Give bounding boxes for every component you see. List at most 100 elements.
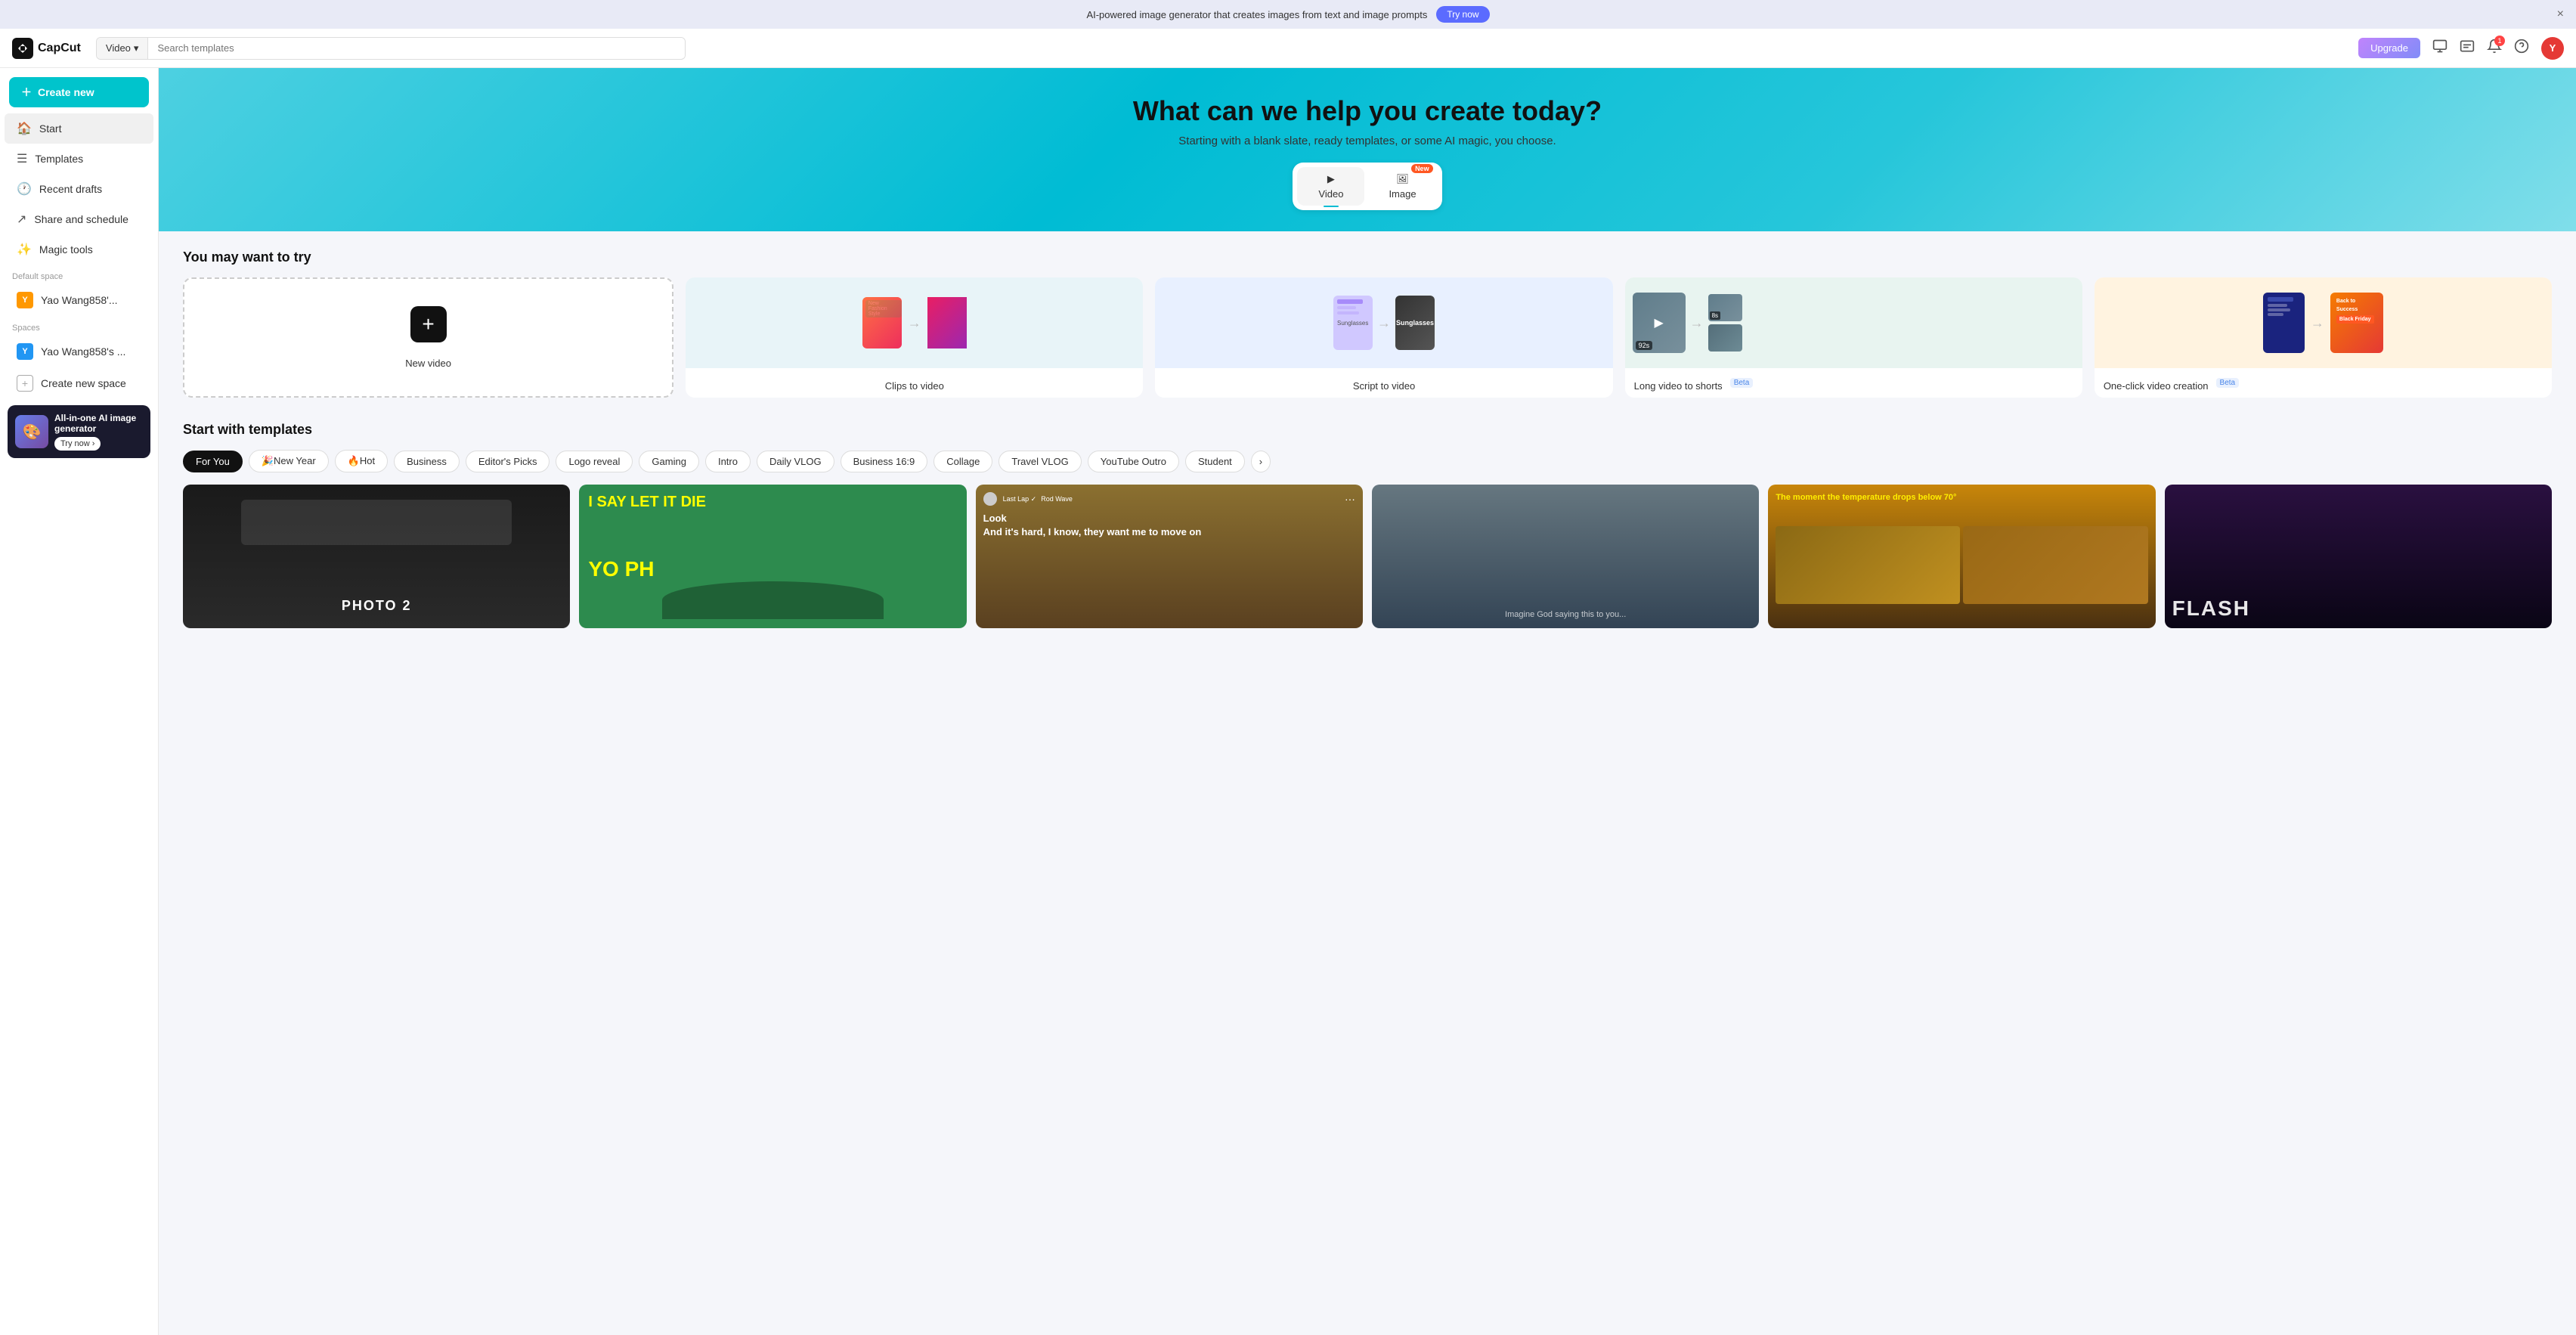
try-card-script[interactable]: Sunglasses → Sunglasses Script to video (1155, 277, 1612, 398)
sidebar-default-space-name: Yao Wang858'... (41, 294, 118, 306)
tag-gaming[interactable]: Gaming (639, 451, 699, 472)
sidebar-space-item[interactable]: Y Yao Wang858's ... (5, 336, 153, 367)
sidebar-item-share-label: Share and schedule (34, 213, 128, 225)
tag-student[interactable]: Student (1185, 451, 1245, 472)
video-tab-icon: ▶ (1327, 173, 1335, 185)
content-area: You may want to try + New video New Fash… (159, 231, 2576, 646)
template-card-4[interactable]: Imagine God saying this to you... (1372, 485, 1759, 628)
hero-banner: What can we help you create today? Start… (159, 68, 2576, 231)
try-card-new-video[interactable]: + New video (183, 277, 673, 398)
sidebar-item-start[interactable]: 🏠 Start (5, 113, 153, 144)
hero-title: What can we help you create today? (189, 95, 2546, 127)
header-actions: Upgrade 1 Y (2358, 37, 2564, 60)
default-space-label: Default space (0, 265, 158, 284)
template-grid: PHOTO 2 I SAY LET IT DIE YO PH (183, 485, 2552, 628)
space-icon-blue: Y (17, 343, 33, 360)
spaces-label: Spaces (0, 316, 158, 336)
template-thumb-2-subtext: YO PH (588, 557, 957, 581)
create-new-button[interactable]: ＋ Create new (9, 77, 149, 107)
tag-collage[interactable]: Collage (933, 451, 992, 472)
tag-travel-vlog[interactable]: Travel VLOG (999, 451, 1081, 472)
play-icon: ▶ (1654, 315, 1663, 330)
clips-thumb-2 (927, 297, 967, 348)
tag-editors-picks[interactable]: Editor's Picks (466, 451, 550, 472)
tag-business[interactable]: Business (394, 451, 460, 472)
template-card-5[interactable]: The moment the temperature drops below 7… (1768, 485, 2155, 628)
sidebar-item-share-schedule[interactable]: ↗ Share and schedule (5, 204, 153, 234)
hero-tabs: ▶ Video New 🖼 Image (1293, 163, 1441, 210)
home-icon: 🏠 (17, 121, 32, 136)
help-icon[interactable] (2514, 39, 2529, 57)
tag-business-169[interactable]: Business 16:9 (841, 451, 928, 472)
tag-new-year[interactable]: 🎉New Year (249, 450, 329, 472)
add-space-icon: + (17, 375, 33, 392)
oneclick-label: One-click video creation (2104, 380, 2209, 392)
long-video-beta-badge: Beta (1730, 378, 1754, 388)
upgrade-button[interactable]: Upgrade (2358, 38, 2420, 58)
hero-tab-image[interactable]: New 🖼 Image (1367, 167, 1437, 206)
sidebar-default-space[interactable]: Y Yao Wang858'... (5, 284, 153, 316)
try-section-title: You may want to try (183, 249, 2552, 265)
hero-subtitle: Starting with a blank slate, ready templ… (189, 135, 2546, 147)
sidebar-item-templates-label: Templates (35, 153, 83, 165)
tag-intro[interactable]: Intro (705, 451, 751, 472)
notification-icon[interactable]: 1 (2487, 39, 2502, 57)
banner-close-icon[interactable]: × (2557, 8, 2564, 21)
search-type-button[interactable]: Video ▾ (97, 38, 149, 59)
template-thumb-6: FLASH (2165, 485, 2552, 628)
template-thumb-2: I SAY LET IT DIE YO PH (579, 485, 966, 628)
tag-daily-vlog[interactable]: Daily VLOG (757, 451, 834, 472)
ai-try-button[interactable]: Try now › (54, 437, 101, 451)
template-card-6[interactable]: FLASH (2165, 485, 2552, 628)
new-video-plus-icon: + (410, 306, 447, 342)
new-video-label: New video (405, 358, 451, 369)
avatar[interactable]: Y (2541, 37, 2564, 60)
tag-youtube-outro[interactable]: YouTube Outro (1088, 451, 1179, 472)
sidebar-item-start-label: Start (39, 122, 62, 135)
tag-hot[interactable]: 🔥Hot (335, 450, 388, 472)
template-social-body-text: LookAnd it's hard, I know, they want me … (983, 512, 1355, 539)
template-card-2[interactable]: I SAY LET IT DIE YO PH (579, 485, 966, 628)
sidebar-space-name: Yao Wang858's ... (41, 345, 125, 358)
oneclick-label-row: One-click video creation Beta (2095, 368, 2552, 398)
sidebar-item-templates[interactable]: ☰ Templates (5, 144, 153, 174)
share-icon: ↗ (17, 212, 26, 227)
banner-try-button[interactable]: Try now (1436, 6, 1489, 23)
try-card-oneclick[interactable]: → Back to Success Black Friday One-click… (2095, 277, 2552, 398)
tag-for-you[interactable]: For You (183, 451, 243, 472)
template-social-subname: Rod Wave (1041, 495, 1073, 503)
try-card-long-video[interactable]: ▶ 92s → 8s Long video to (1625, 277, 2082, 398)
template-social-avatar (983, 492, 997, 506)
templates-section-title: Start with templates (183, 422, 2552, 438)
template-card-3[interactable]: Last Lap ✓ Rod Wave ··· LookAnd it's har… (976, 485, 1363, 628)
hero-tab-video[interactable]: ▶ Video (1297, 167, 1364, 206)
sidebar-item-recent-drafts[interactable]: 🕐 Recent drafts (5, 174, 153, 204)
tag-scroll-right[interactable]: › (1251, 451, 1271, 472)
template-thumb-1-accent (241, 500, 512, 545)
template-thumb-5: The moment the temperature drops below 7… (1768, 485, 2155, 628)
try-cards-container: + New video New Fashion Style → (183, 277, 2552, 398)
sidebar-item-magic-tools[interactable]: ✨ Magic tools (5, 234, 153, 265)
script-result-thumb: Sunglasses (1395, 296, 1435, 350)
oneclick-arrow-icon: → (2311, 315, 2324, 331)
tag-logo-reveal[interactable]: Logo reveal (556, 451, 633, 472)
search-bar: Video ▾ (96, 37, 686, 60)
template-thumb-1-text: PHOTO 2 (342, 598, 412, 614)
ai-banner-text-block: All-in-one AI image generator Try now › (54, 413, 143, 451)
banner-text: AI-powered image generator that creates … (1086, 9, 1427, 20)
sidebar-create-space[interactable]: + Create new space (5, 367, 153, 399)
script-label: Script to video (1155, 374, 1612, 398)
oneclick-preview: → Back to Success Black Friday (2095, 277, 2552, 368)
try-card-clips[interactable]: New Fashion Style → Clips to video (686, 277, 1143, 398)
lv-small-cards: 8s (1708, 294, 1742, 352)
monitor-icon[interactable] (2432, 39, 2448, 57)
search-input[interactable] (148, 38, 684, 58)
sidebar-item-recent-label: Recent drafts (39, 183, 102, 195)
subtitles-icon[interactable] (2460, 39, 2475, 57)
oneclick-result-thumb: Back to Success Black Friday (2330, 293, 2383, 353)
template-card-1[interactable]: PHOTO 2 (183, 485, 570, 628)
plus-icon: ＋ (21, 85, 32, 100)
template-thumb-4: Imagine God saying this to you... (1372, 485, 1759, 628)
lv-small-1: 8s (1708, 294, 1742, 321)
long-video-label-row: Long video to shorts Beta (1625, 368, 2082, 398)
